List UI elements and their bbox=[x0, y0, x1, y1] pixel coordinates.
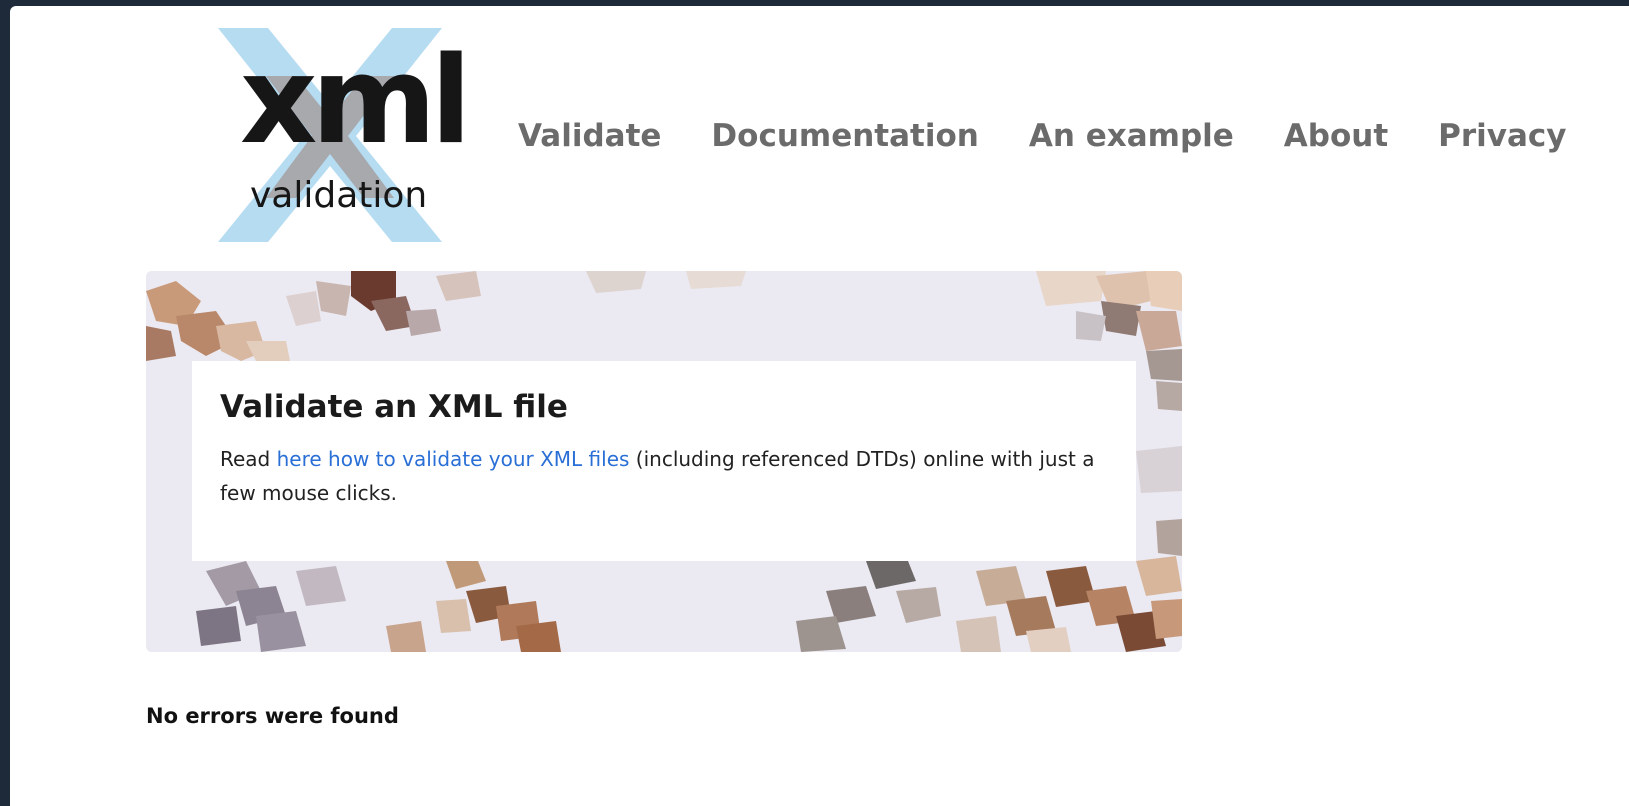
nav-validate[interactable]: Validate bbox=[518, 118, 661, 154]
logo-tagline: validation bbox=[250, 175, 428, 216]
hero-banner: Validate an XML file Read here how to va… bbox=[146, 271, 1182, 652]
nav-privacy[interactable]: Privacy bbox=[1438, 118, 1566, 154]
validation-status-message: No errors were found bbox=[146, 704, 399, 728]
hero-description: Read here how to validate your XML files… bbox=[220, 442, 1108, 510]
site-header: xml validation Validate Documentation An… bbox=[10, 6, 1629, 256]
validate-howto-link[interactable]: here how to validate your XML files bbox=[277, 447, 630, 471]
nav-documentation[interactable]: Documentation bbox=[711, 118, 978, 154]
nav-an-example[interactable]: An example bbox=[1029, 118, 1234, 154]
nav-about[interactable]: About bbox=[1284, 118, 1388, 154]
site-logo[interactable]: xml validation bbox=[170, 28, 472, 258]
hero-title: Validate an XML file bbox=[220, 389, 568, 425]
browser-viewport: xml validation Validate Documentation An… bbox=[10, 6, 1629, 806]
hero-card: Validate an XML file Read here how to va… bbox=[192, 361, 1136, 561]
main-nav: Validate Documentation An example About … bbox=[518, 118, 1567, 154]
logo-wordmark: xml bbox=[240, 32, 472, 171]
hero-text-before: Read bbox=[220, 447, 277, 472]
